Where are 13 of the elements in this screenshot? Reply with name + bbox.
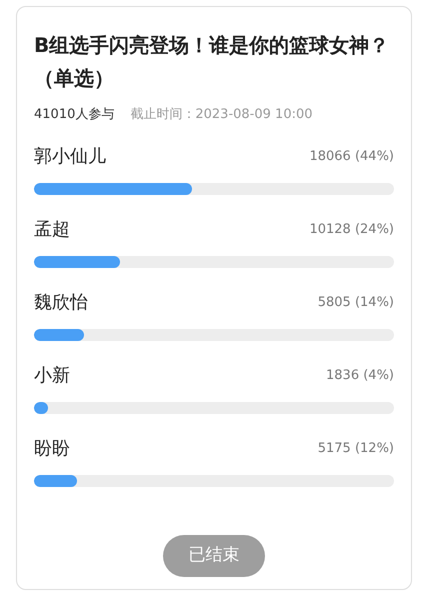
option-name: 小新 [34, 364, 70, 388]
participant-count: 41010人参与 [34, 106, 114, 124]
deadline-text: 截止时间：2023-08-09 10:00 [130, 106, 313, 124]
option-name: 盼盼 [34, 436, 70, 460]
vote-result: 10128 (24%) [309, 220, 394, 239]
vote-result: 5805 (14%) [318, 294, 394, 312]
vote-result: 18066 (44%) [309, 148, 394, 166]
vote-result: 5175 (12%) [318, 440, 394, 458]
vote-result: 1836 (4%) [326, 366, 394, 385]
option-name: 魏欣怡 [34, 290, 88, 314]
poll-title: B组选手闪亮登场！谁是你的篮球女神？（单选） [34, 32, 390, 92]
option-name: 郭小仙儿 [34, 144, 106, 168]
option-name: 孟超 [34, 218, 70, 242]
